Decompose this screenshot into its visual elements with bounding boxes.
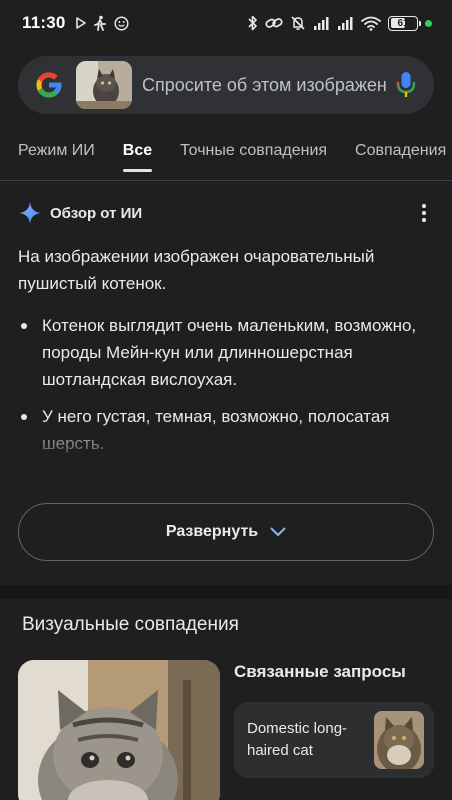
expand-button-label: Развернуть [165, 523, 259, 540]
play-icon [75, 17, 86, 29]
ai-overview-title: Обзор от ИИ [50, 204, 143, 222]
status-time: 11:30 [22, 13, 66, 32]
tab-ai-mode[interactable]: Режим ИИ [0, 134, 109, 174]
ai-overview-list-clip: Котенок выглядит очень маленьким, возмож… [0, 312, 452, 498]
walking-icon [93, 15, 106, 31]
link-icon [265, 18, 283, 28]
tab-matches[interactable]: Совпадения [341, 134, 452, 174]
maine-coon-thumbnail [374, 711, 424, 769]
more-options-icon[interactable] [414, 201, 434, 225]
ai-overview-list: Котенок выглядит очень маленьким, возмож… [18, 312, 434, 498]
related-query-label: Domestic long-haired cat [247, 720, 348, 759]
signal-icon-2 [338, 17, 353, 30]
ai-overview-bullet: У него густая, темная, возможно, полосат… [18, 403, 434, 457]
battery-icon: 61 [388, 15, 421, 31]
privacy-indicator-dot [425, 19, 432, 27]
query-image-thumbnail[interactable] [76, 61, 132, 109]
expand-button[interactable]: Развернуть [18, 503, 434, 561]
google-logo-icon[interactable] [34, 70, 64, 100]
microphone-icon[interactable] [394, 70, 418, 100]
battery-percent: 61 [397, 17, 409, 29]
ai-overview-header: Обзор от ИИ [18, 198, 434, 228]
visual-match-image[interactable] [18, 660, 220, 800]
ai-sparkle-icon [19, 202, 41, 224]
tab-all[interactable]: Все [109, 134, 166, 174]
smile-circle-icon [113, 15, 129, 31]
status-bar: 11:30 61 [0, 0, 452, 46]
search-bar[interactable] [18, 56, 434, 114]
search-tabs: Режим ИИ Все Точные совпадения Совпадени… [0, 134, 452, 174]
bluetooth-icon [248, 15, 257, 31]
wifi-icon [361, 16, 381, 31]
search-input[interactable] [142, 74, 388, 96]
related-query-thumbnail [374, 711, 424, 769]
ai-overview-bullet: Котенок выглядит очень маленьким, возмож… [18, 312, 434, 393]
section-divider [0, 585, 452, 599]
status-right-icons: 61 [248, 15, 432, 31]
kitten-photo [18, 660, 220, 800]
signal-icon [314, 17, 329, 30]
visual-matches-title: Визуальные совпадения [22, 614, 239, 635]
ai-overview-intro: На изображении изображен очаровательный … [18, 247, 375, 293]
tabs-divider [0, 180, 452, 181]
kitten-thumbnail-image [76, 61, 132, 109]
ai-overview-bullet: Он сидит на полу в помещении, вероятно, … [18, 467, 434, 494]
status-left-icons [75, 15, 129, 31]
chevron-down-icon [270, 527, 286, 536]
related-query-card[interactable]: Domestic long-haired cat [234, 702, 434, 778]
bell-off-icon [291, 16, 305, 30]
related-queries-title: Связанные запросы [234, 662, 406, 681]
tab-exact-matches[interactable]: Точные совпадения [166, 134, 341, 174]
